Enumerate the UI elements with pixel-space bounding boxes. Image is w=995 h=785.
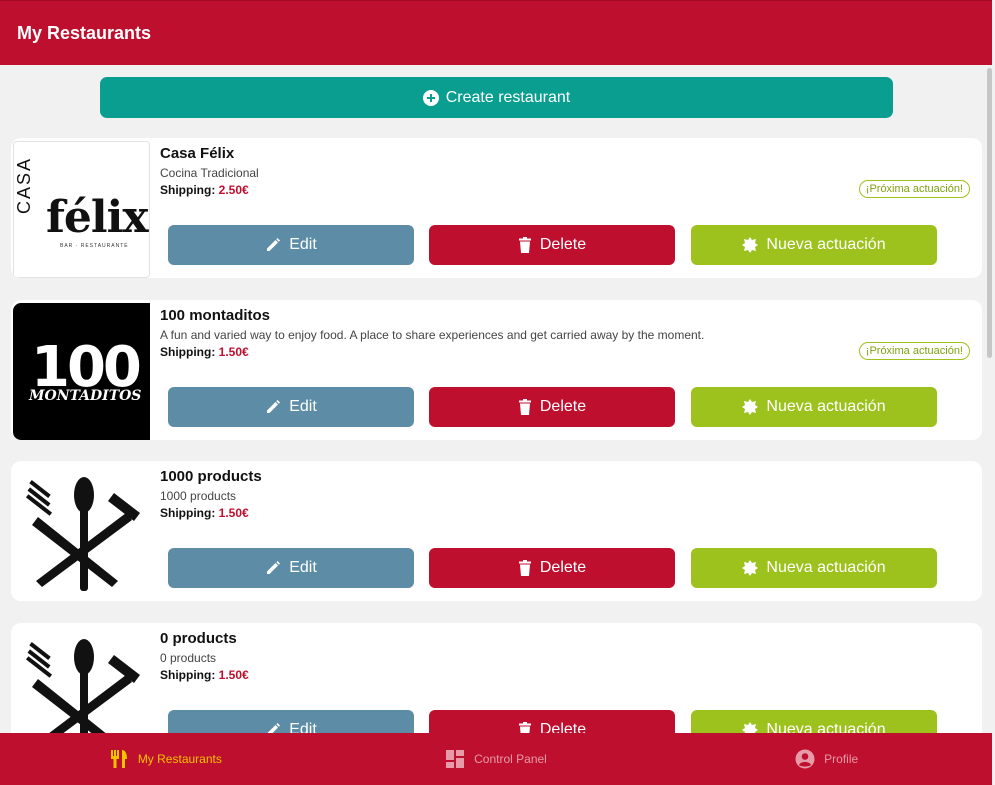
cutlery-icon bbox=[25, 476, 140, 591]
create-restaurant-label: Create restaurant bbox=[445, 88, 571, 106]
restaurant-description: 0 products bbox=[160, 651, 217, 665]
scrollbar[interactable] bbox=[987, 68, 992, 358]
shipping-value: 2.50€ bbox=[218, 183, 249, 197]
shipping-value: 1.50€ bbox=[218, 506, 249, 520]
edit-label: Edit bbox=[289, 559, 317, 576]
create-restaurant-button[interactable]: Create restaurant bbox=[100, 77, 893, 118]
edit-label: Edit bbox=[289, 236, 317, 253]
badge-icon bbox=[742, 722, 759, 733]
restaurant-description: A fun and varied way to enjoy food. A pl… bbox=[160, 328, 705, 342]
shipping-label: Shipping: bbox=[160, 506, 216, 520]
edit-button[interactable]: Edit bbox=[168, 710, 414, 733]
edit-label: Edit bbox=[289, 398, 317, 415]
restaurant-logo: CASA félix BAR · RESTAURANTE bbox=[13, 141, 150, 278]
plus-circle-icon bbox=[422, 89, 439, 106]
tab-control-panel[interactable]: Control Panel bbox=[331, 733, 662, 785]
restaurant-name: 0 products bbox=[160, 630, 237, 647]
trash-icon bbox=[518, 237, 531, 253]
logo-text: BAR · RESTAURANTE bbox=[60, 243, 129, 249]
edit-label: Edit bbox=[289, 721, 317, 733]
cutlery-icon bbox=[25, 638, 140, 733]
delete-button[interactable]: Delete bbox=[429, 387, 675, 427]
tab-profile[interactable]: Profile bbox=[661, 733, 992, 785]
tab-label: My Restaurants bbox=[137, 752, 222, 766]
restaurant-card[interactable]: 100 MONTADITOS 100 montaditos A fun and … bbox=[11, 300, 982, 440]
restaurant-name: 1000 products bbox=[160, 468, 262, 485]
new-performance-label: Nueva actuación bbox=[766, 559, 886, 576]
restaurant-name: Casa Félix bbox=[160, 145, 235, 162]
tab-label: Profile bbox=[824, 752, 859, 766]
shipping-cost: Shipping: 1.50€ bbox=[160, 668, 249, 682]
shipping-label: Shipping: bbox=[160, 345, 216, 359]
tab-my-restaurants[interactable]: My Restaurants bbox=[0, 733, 331, 785]
edit-button[interactable]: Edit bbox=[168, 225, 414, 265]
new-performance-label: Nueva actuación bbox=[766, 721, 886, 733]
logo-text: CASA bbox=[14, 156, 34, 214]
edit-button[interactable]: Edit bbox=[168, 548, 414, 588]
delete-label: Delete bbox=[539, 398, 587, 415]
new-performance-button[interactable]: Nueva actuación bbox=[691, 710, 937, 733]
delete-label: Delete bbox=[539, 236, 587, 253]
pencil-icon bbox=[267, 400, 281, 413]
pencil-icon bbox=[267, 561, 281, 574]
page-title: My Restaurants bbox=[17, 22, 152, 43]
edit-button[interactable]: Edit bbox=[168, 387, 414, 427]
trash-icon bbox=[518, 560, 531, 576]
shipping-cost: Shipping: 1.50€ bbox=[160, 345, 249, 359]
utensils-icon bbox=[110, 750, 127, 768]
new-performance-label: Nueva actuación bbox=[766, 236, 886, 253]
restaurant-card[interactable]: 0 products 0 products Shipping: 1.50€ Ed… bbox=[11, 623, 982, 733]
upcoming-performance-badge: ¡Próxima actuación! bbox=[858, 180, 970, 198]
new-performance-button[interactable]: Nueva actuación bbox=[691, 225, 937, 265]
bottom-tab-bar: My Restaurants Control Panel Profile bbox=[0, 733, 992, 785]
restaurant-card[interactable]: 1000 products 1000 products Shipping: 1.… bbox=[11, 461, 982, 601]
new-performance-label: Nueva actuación bbox=[766, 398, 886, 415]
restaurant-logo: 100 MONTADITOS bbox=[13, 303, 150, 440]
logo-text: MONTADITOS bbox=[29, 388, 142, 404]
shipping-cost: Shipping: 2.50€ bbox=[160, 183, 249, 197]
restaurant-description: Cocina Tradicional bbox=[160, 166, 259, 180]
restaurant-description: 1000 products bbox=[160, 489, 237, 503]
new-performance-button[interactable]: Nueva actuación bbox=[691, 387, 937, 427]
pencil-icon bbox=[267, 723, 281, 733]
cutlery-icon bbox=[13, 626, 150, 733]
delete-button[interactable]: Delete bbox=[429, 225, 675, 265]
shipping-cost: Shipping: 1.50€ bbox=[160, 506, 249, 520]
shipping-label: Shipping: bbox=[160, 183, 216, 197]
pencil-icon bbox=[267, 238, 281, 251]
restaurant-card[interactable]: CASA félix BAR · RESTAURANTE Casa Félix … bbox=[11, 138, 982, 278]
user-circle-icon bbox=[795, 749, 815, 769]
delete-label: Delete bbox=[539, 721, 587, 733]
app-header: My Restaurants bbox=[0, 0, 992, 65]
dashboard-icon bbox=[446, 750, 465, 768]
delete-button[interactable]: Delete bbox=[429, 548, 675, 588]
restaurant-list[interactable]: Create restaurant CASA félix BAR · RESTA… bbox=[0, 65, 992, 733]
cutlery-icon bbox=[13, 464, 150, 601]
shipping-label: Shipping: bbox=[160, 668, 216, 682]
shipping-value: 1.50€ bbox=[218, 668, 249, 682]
new-performance-button[interactable]: Nueva actuación bbox=[691, 548, 937, 588]
upcoming-performance-badge: ¡Próxima actuación! bbox=[858, 342, 970, 360]
trash-icon bbox=[518, 722, 531, 733]
shipping-value: 1.50€ bbox=[218, 345, 249, 359]
delete-button[interactable]: Delete bbox=[429, 710, 675, 733]
tab-label: Control Panel bbox=[474, 752, 547, 766]
badge-icon bbox=[742, 237, 759, 253]
trash-icon bbox=[518, 399, 531, 415]
badge-icon bbox=[742, 560, 759, 576]
delete-label: Delete bbox=[539, 559, 587, 576]
restaurant-name: 100 montaditos bbox=[160, 307, 271, 324]
logo-text: félix bbox=[46, 192, 149, 243]
badge-icon bbox=[742, 399, 759, 415]
